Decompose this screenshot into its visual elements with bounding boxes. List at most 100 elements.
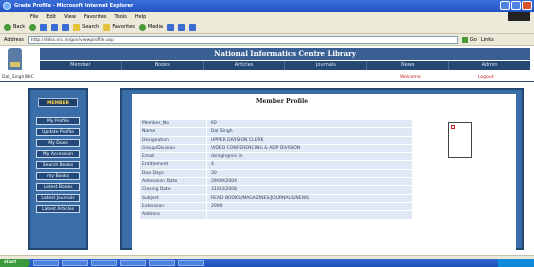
- row-value: READ BOOKS/MAGAZINES/JOURNALS/NEWS: [206, 194, 412, 202]
- emblem-logo: [8, 48, 22, 70]
- sidebar-heading: MEMBER: [38, 98, 78, 107]
- row-value: VIDEO CONFERENCING & ADP DIVISION: [206, 144, 412, 153]
- row-value: 60: [206, 120, 412, 128]
- row-label: Closing Date: [140, 186, 206, 194]
- search-button[interactable]: Search: [73, 23, 99, 31]
- window-controls: [500, 1, 532, 10]
- media-button[interactable]: Media: [138, 23, 163, 31]
- nav-news[interactable]: News: [367, 61, 450, 70]
- back-button[interactable]: Back: [4, 23, 25, 31]
- table-row: Address: [140, 211, 412, 220]
- media-icon: [138, 23, 146, 31]
- sidebar-item-latest-articles[interactable]: Latest Articles: [36, 205, 80, 213]
- user-bar: Dal_Singh|NIC Welcome Logout: [0, 74, 534, 82]
- menu-tools[interactable]: Tools: [115, 14, 127, 20]
- nav-books[interactable]: Books: [122, 61, 204, 70]
- row-label: Entitlement: [140, 161, 206, 169]
- row-value: dsingh@nic.in: [206, 153, 412, 161]
- logout-link[interactable]: Logout: [478, 75, 493, 80]
- table-row: Admission Date 29/09/2004: [140, 178, 412, 187]
- stop-button[interactable]: [40, 23, 48, 31]
- nav-articles[interactable]: Articles: [204, 61, 286, 70]
- go-label: Go: [469, 36, 477, 43]
- row-value: 4: [206, 161, 412, 169]
- menu-file[interactable]: File: [30, 14, 38, 20]
- address-input[interactable]: http://ddss.nic.in/gov/viewprofile.asp: [27, 35, 458, 44]
- profile-panel: Member Profile Member_No 60 Name Dal Singh…: [120, 88, 524, 250]
- row-label: Group/Division: [140, 144, 206, 153]
- home-icon: [62, 23, 70, 31]
- sidebar-item-latest-journals[interactable]: Latest Journals: [36, 194, 80, 202]
- taskbar-item[interactable]: [91, 260, 117, 266]
- nav-admin[interactable]: Admin: [449, 61, 530, 70]
- row-value: [206, 211, 412, 219]
- taskbar-item[interactable]: [178, 260, 204, 266]
- row-label: Subject: [140, 194, 206, 202]
- address-label: Address: [4, 36, 24, 43]
- welcome-link[interactable]: Welcome: [400, 75, 421, 80]
- taskbar-item[interactable]: [120, 260, 146, 266]
- history-icon: [166, 23, 174, 31]
- broken-image-icon: [451, 125, 455, 129]
- page-content: National Informatics Centre Library Memb…: [0, 46, 534, 255]
- logged-in-user: Dal_Singh|NIC: [2, 75, 34, 80]
- profile-card: Member Profile Member_No 60 Name Dal Singh…: [132, 94, 516, 250]
- sidebar-item-my-dues[interactable]: My Dues: [36, 139, 80, 147]
- row-label: Email: [140, 153, 206, 161]
- star-icon: [103, 23, 111, 31]
- window-title: Grade Profile - Microsoft Internet Explo…: [14, 3, 134, 9]
- start-button[interactable]: start: [0, 259, 30, 267]
- site-nav: Member Books Articles Journals News Admi…: [40, 61, 530, 70]
- taskbar: start: [0, 259, 534, 267]
- minimize-button[interactable]: [500, 1, 510, 10]
- close-button[interactable]: [522, 1, 532, 10]
- home-button[interactable]: [62, 23, 70, 31]
- menu-view[interactable]: View: [64, 14, 76, 20]
- row-value: 2090: [206, 202, 412, 211]
- row-value: 29/09/2004: [206, 178, 412, 186]
- row-label: Extension: [140, 202, 206, 211]
- sidebar-item-search-books[interactable]: Search Books: [36, 161, 80, 169]
- sidebar-item-my-books[interactable]: my Books: [36, 172, 80, 180]
- maximize-button[interactable]: [511, 1, 521, 10]
- forward-button[interactable]: [29, 23, 37, 31]
- table-row: Group/Division VIDEO CONFERENCING & ADP D…: [140, 144, 412, 154]
- sidebar-item-my-accession[interactable]: My Accession: [36, 150, 80, 158]
- sidebar-item-update-profile[interactable]: Update Profile: [36, 128, 80, 136]
- menu-edit[interactable]: Edit: [46, 14, 56, 20]
- table-row: Name Dal Singh: [140, 128, 412, 137]
- profile-table: Member_No 60 Name Dal Singh Designation UPP…: [140, 120, 412, 220]
- go-button[interactable]: Go: [461, 36, 477, 43]
- row-label: Admission Date: [140, 178, 206, 186]
- windows-logo: [508, 12, 530, 21]
- refresh-icon: [51, 23, 59, 31]
- taskbar-item[interactable]: [33, 260, 59, 266]
- nav-member[interactable]: Member: [40, 61, 122, 70]
- table-row: Subject READ BOOKS/MAGAZINES/JOURNALS/NEW…: [140, 194, 412, 203]
- nav-journals[interactable]: Journals: [285, 61, 368, 70]
- system-tray: [498, 259, 534, 267]
- table-row: Closing Date 31/03/2008: [140, 186, 412, 195]
- sidebar-item-latest-books[interactable]: Latest Books: [36, 183, 80, 191]
- menu-favorites[interactable]: Favorites: [84, 14, 107, 20]
- search-icon: [73, 23, 81, 31]
- member-photo: [448, 122, 472, 158]
- sidebar-item-my-profile[interactable]: My Profile: [36, 117, 80, 125]
- row-label: Address: [140, 211, 206, 219]
- mail-button[interactable]: [177, 23, 185, 31]
- links-button[interactable]: Links: [481, 37, 494, 43]
- taskbar-item[interactable]: [149, 260, 175, 266]
- row-label: Due Days: [140, 169, 206, 178]
- row-label: Designation: [140, 136, 206, 144]
- refresh-button[interactable]: [51, 23, 59, 31]
- history-button[interactable]: [166, 23, 174, 31]
- internet-explorer-icon: [3, 2, 11, 10]
- address-bar: Address http://ddss.nic.in/gov/viewprofi…: [0, 34, 534, 46]
- row-label: Name: [140, 128, 206, 136]
- row-value: Dal Singh: [206, 128, 412, 136]
- print-button[interactable]: [188, 23, 196, 31]
- taskbar-item[interactable]: [62, 260, 88, 266]
- menu-help[interactable]: Help: [135, 14, 146, 20]
- browser-toolbar: Back Search Favorites Media: [0, 21, 534, 34]
- favorites-button[interactable]: Favorites: [103, 23, 135, 31]
